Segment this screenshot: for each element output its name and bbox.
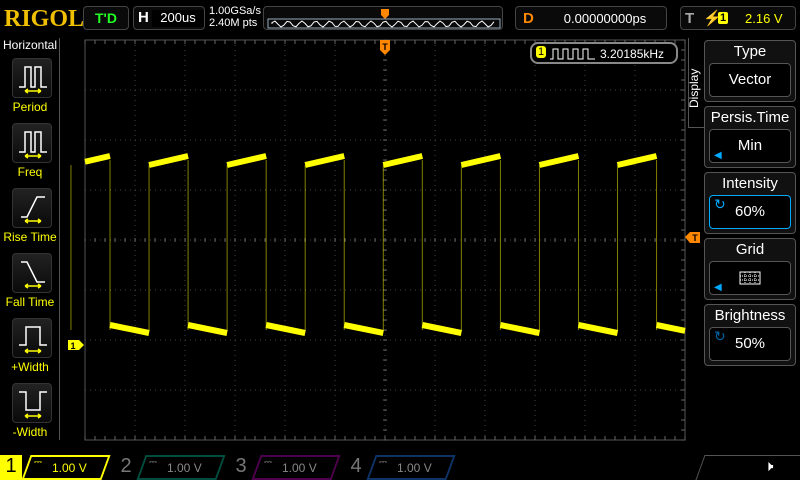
waveform-high	[538, 153, 580, 168]
option-value-box[interactable]: ↻ 50%	[709, 327, 791, 361]
channel-scale: 1.00 V	[167, 461, 202, 475]
option-value-box[interactable]: ↻ 60%	[709, 195, 791, 229]
waveform-high	[84, 153, 111, 165]
menu-intensity[interactable]: Intensity ↻ 60%	[704, 172, 796, 234]
display-menu-tab: Display	[687, 38, 704, 128]
menu-grid[interactable]: Grid ◀	[704, 238, 796, 300]
dc-coupling-icon: ⎓	[264, 457, 272, 468]
option-value: 60%	[734, 203, 766, 220]
menu-persis-time[interactable]: Persis.Time ◀ Min	[704, 106, 796, 168]
ch1-offset-label: 1	[70, 341, 75, 351]
option-value: Min	[737, 137, 763, 154]
waveform-low	[187, 322, 228, 336]
measurement-channel: 1	[536, 46, 547, 58]
menu-brightness[interactable]: Brightness ↻ 50%	[704, 304, 796, 366]
waveform-low	[499, 322, 541, 336]
waveform-high	[616, 153, 658, 168]
option-title: Grid	[735, 241, 765, 258]
waveform-low	[343, 322, 384, 336]
waveform-low	[655, 322, 686, 334]
square-wave-icon	[550, 48, 595, 60]
waveform-high	[304, 153, 345, 168]
waveform-low	[577, 322, 619, 336]
dc-coupling-icon: ⎓	[379, 457, 387, 468]
channel-scale: 1.00 V	[282, 461, 317, 475]
option-value-box[interactable]: Vector	[709, 63, 791, 97]
waveform-low	[265, 322, 306, 336]
display-menu-title: Display	[687, 68, 701, 108]
left-arrow-icon: ◀	[714, 150, 722, 161]
waveform-high	[148, 153, 189, 168]
channel-3-button[interactable]: 3 ⎓ 1.00 V	[230, 455, 342, 480]
waveform-low	[109, 322, 150, 336]
channel-number: 4	[350, 455, 362, 477]
knob-icon: ↻	[714, 328, 726, 344]
channel-number: 2	[120, 455, 132, 477]
option-title: Brightness	[714, 307, 786, 324]
waveform-display[interactable]: T T 1	[0, 0, 800, 455]
channel-number: 3	[235, 455, 247, 477]
dc-coupling-icon: ⎓	[149, 457, 157, 468]
grid-icon	[739, 271, 761, 285]
option-title: Intensity	[722, 175, 778, 192]
channel-1-button[interactable]: 1 ⎓ 1.00 V	[0, 455, 112, 480]
left-arrow-icon: ◀	[714, 282, 722, 293]
option-value: 50%	[734, 335, 766, 352]
option-title: Persis.Time	[710, 109, 790, 126]
knob-icon: ↻	[714, 196, 726, 212]
trigger-level-label: T	[692, 233, 698, 243]
channel-scale: 1.00 V	[397, 461, 432, 475]
option-value: Vector	[728, 71, 772, 88]
channel-number: 1	[0, 455, 22, 480]
dc-coupling-icon: ⎓	[34, 457, 42, 468]
channel-2-button[interactable]: 2 ⎓ 1.00 V	[115, 455, 227, 480]
waveform-high	[382, 153, 423, 168]
channel-scale: 1.00 V	[52, 461, 87, 475]
option-value-box[interactable]: ◀	[709, 261, 791, 295]
option-title: Type	[733, 43, 767, 60]
frequency-value: 3.20185kHz	[600, 47, 665, 61]
option-value-box[interactable]: ◀ Min	[709, 129, 791, 163]
menu-type[interactable]: Type Vector	[704, 40, 796, 102]
waveform-high	[226, 153, 267, 168]
frequency-measurement[interactable]: 1 3.20185kHz	[530, 42, 678, 64]
waveform-low	[421, 322, 462, 336]
waveform-high	[460, 153, 502, 168]
sound-box[interactable]	[695, 455, 800, 480]
speaker-mute-icon[interactable]: 🕨	[764, 458, 773, 475]
trigger-position-label: T	[382, 42, 388, 52]
channel-4-button[interactable]: 4 ⎓ 1.00 V	[345, 455, 457, 480]
